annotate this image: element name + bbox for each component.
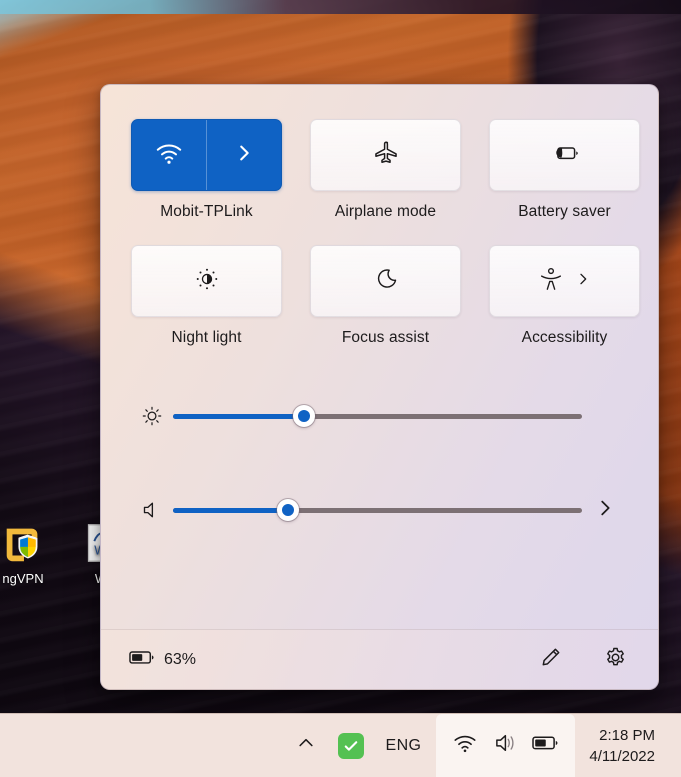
volume-slider[interactable] xyxy=(173,498,582,522)
tray-quick-settings-button[interactable] xyxy=(436,714,576,777)
volume-icon xyxy=(492,730,518,761)
gear-icon xyxy=(604,646,627,674)
quick-settings-sliders xyxy=(101,371,658,629)
clock-date: 4/11/2022 xyxy=(589,747,655,765)
brightness-slider-thumb[interactable] xyxy=(292,405,315,427)
tile-label-accessibility: Accessibility xyxy=(521,329,608,346)
wifi-icon xyxy=(154,138,184,173)
tile-accessibility[interactable] xyxy=(489,245,640,317)
tile-cell-airplane-mode: Airplane mode xyxy=(310,119,461,221)
tray-overflow-button[interactable] xyxy=(285,714,327,777)
wifi-icon xyxy=(452,730,478,761)
clock-time: 2:18 PM xyxy=(599,726,655,744)
chevron-right-icon xyxy=(594,497,616,524)
tile-cell-night-light: Night light xyxy=(131,245,282,347)
airplane-icon xyxy=(372,139,400,172)
tile-battery-saver[interactable] xyxy=(489,119,640,191)
slider-fill xyxy=(173,413,304,419)
tile-label-battery-saver: Battery saver xyxy=(518,203,611,220)
taskbar-clock[interactable]: 2:18 PM 4/11/2022 xyxy=(579,714,671,777)
battery-percent-label: 63% xyxy=(164,650,197,668)
desktop-icon-label: ngVPN xyxy=(2,571,44,586)
taskbar-tray: ENG 2:18 PM 4/11/2022 xyxy=(285,714,681,777)
quick-settings-tiles: Mobit-TPLink Airplane mode Battery saver… xyxy=(101,85,658,371)
volume-output-picker-button[interactable] xyxy=(582,497,628,524)
tile-label-focus-assist: Focus assist xyxy=(341,329,430,346)
battery-icon xyxy=(532,734,559,757)
shield-check-icon xyxy=(337,732,364,759)
pencil-icon xyxy=(540,646,562,673)
tray-security-button[interactable] xyxy=(327,714,375,777)
tile-row: Night light Focus assist Accessibility xyxy=(131,245,640,347)
tile-label-airplane-mode: Airplane mode xyxy=(334,203,437,220)
tile-label-night-light: Night light xyxy=(171,329,242,346)
quick-settings-panel: Mobit-TPLink Airplane mode Battery saver… xyxy=(100,84,659,690)
brightness-slider[interactable] xyxy=(173,404,582,428)
brightness-sun-icon xyxy=(194,266,220,297)
moon-icon xyxy=(372,265,400,298)
desktop-screen: ngVPN W W xyxy=(0,0,681,777)
chevron-right-icon[interactable] xyxy=(575,271,591,292)
tile-wifi-expand[interactable] xyxy=(207,120,282,190)
battery-status: 63% xyxy=(129,649,196,671)
tile-label-wifi: Mobit-TPLink xyxy=(160,203,253,220)
taskbar: ENG 2:18 PM 4/11/2022 xyxy=(0,713,681,777)
volume-slider-row xyxy=(131,487,628,533)
battery-icon xyxy=(129,649,155,671)
tile-row: Mobit-TPLink Airplane mode Battery saver xyxy=(131,119,640,221)
quick-settings-footer-actions xyxy=(536,645,630,675)
tile-airplane-mode[interactable] xyxy=(310,119,461,191)
tile-cell-wifi: Mobit-TPLink xyxy=(131,119,282,221)
tile-night-light[interactable] xyxy=(131,245,282,317)
vpn-shield-icon xyxy=(0,520,46,566)
accessibility-icon xyxy=(538,266,564,297)
volume-slider-thumb[interactable] xyxy=(276,499,299,521)
brightness-slider-row xyxy=(131,393,628,439)
speaker-icon[interactable] xyxy=(131,498,173,522)
tile-wifi[interactable] xyxy=(131,119,282,191)
tile-cell-accessibility: Accessibility xyxy=(489,245,640,347)
battery-leaf-icon xyxy=(550,142,580,169)
tile-cell-focus-assist: Focus assist xyxy=(310,245,461,347)
desktop-icon-vpn[interactable]: ngVPN xyxy=(0,520,60,586)
brightness-icon xyxy=(131,404,173,428)
tile-wifi-toggle[interactable] xyxy=(132,120,207,190)
slider-fill xyxy=(173,507,288,513)
quick-settings-footer: 63% xyxy=(101,629,658,689)
chevron-right-icon xyxy=(233,142,255,169)
tray-language-button[interactable]: ENG xyxy=(375,714,433,777)
settings-button[interactable] xyxy=(600,645,630,675)
tile-cell-battery-saver: Battery saver xyxy=(489,119,640,221)
edit-quick-settings-button[interactable] xyxy=(536,645,566,675)
chevron-up-icon xyxy=(296,733,316,758)
tile-focus-assist[interactable] xyxy=(310,245,461,317)
